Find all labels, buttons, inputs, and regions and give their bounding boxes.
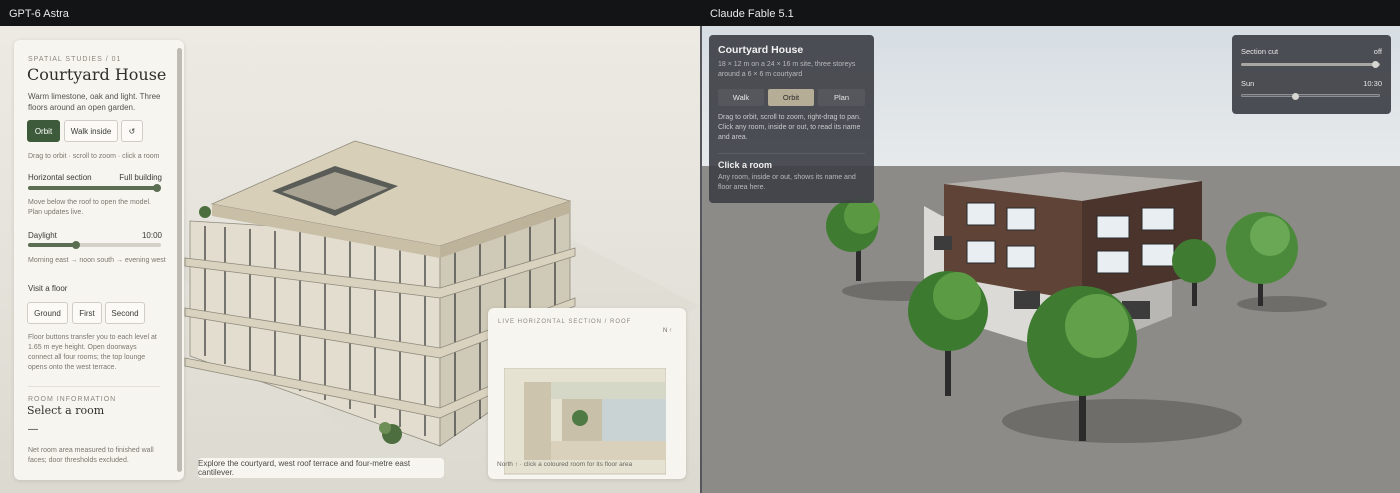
mode-orbit-button[interactable]: Orbit [768, 89, 814, 106]
mode-walk-button[interactable]: Walk [718, 89, 764, 106]
daylight-label: Daylight [28, 231, 57, 240]
room-info-dash: — [28, 424, 38, 435]
visit-floor-hint: Floor buttons transfer you to each level… [28, 334, 157, 371]
section-slider[interactable] [28, 184, 161, 192]
panel-kicker: SPATIAL STUDIES / 01 [28, 56, 122, 63]
sun-slider[interactable] [1241, 93, 1380, 100]
click-room-desc: Any room, inside or out, shows its name … [718, 174, 856, 191]
walk-inside-button[interactable]: Walk inside [64, 120, 118, 142]
info-help: Drag to orbit, scroll to zoom, right-dra… [718, 114, 861, 141]
click-room-title: Click a room [718, 160, 773, 170]
section-row: Horizontal section Full building [28, 173, 162, 182]
info-divider [718, 153, 865, 154]
room-south [551, 441, 666, 460]
sun-value: 10:30 [1363, 79, 1382, 88]
section-slider-handle[interactable] [153, 184, 161, 192]
floor-button-first[interactable]: First [72, 302, 102, 324]
sun-label: Sun [1241, 79, 1255, 88]
divider [28, 386, 160, 387]
visit-floor-label: Visit a floor [28, 284, 68, 293]
minimap-footer: North ↑ · click a coloured room for its … [497, 461, 633, 468]
orbit-hint: Drag to orbit · scroll to zoom · click a… [28, 153, 160, 160]
info-panel: Courtyard House 18 × 12 m on a 24 × 16 m… [709, 35, 874, 203]
daylight-value: 10:00 [141, 231, 162, 240]
room-info-kicker: ROOM INFORMATION [28, 396, 117, 403]
floor-button-second[interactable]: Second [105, 302, 145, 324]
courtyard-tree [572, 410, 588, 426]
room-info-note: Net room area measured to finished wall … [28, 447, 154, 464]
minimap-plan[interactable] [504, 368, 666, 476]
scene-caption: Explore the courtyard, west roof terrace… [198, 458, 444, 478]
orbit-button[interactable]: Orbit [27, 120, 60, 142]
sun-handle[interactable] [1292, 93, 1299, 100]
room-east [602, 399, 666, 441]
info-description: 18 × 12 m on a 24 × 16 m site, three sto… [718, 61, 856, 78]
daylight-slider-handle[interactable] [72, 241, 80, 249]
section-cut-slider[interactable] [1241, 61, 1380, 68]
right-model-title: Claude Fable 5.1 [710, 8, 794, 20]
section-minimap[interactable]: LIVE HORIZONTAL SECTION / ROOF N ↑ North… [488, 308, 686, 479]
info-title: Courtyard House [718, 44, 804, 56]
section-label: Horizontal section [28, 173, 92, 182]
section-cut-handle[interactable] [1372, 61, 1379, 68]
daylight-hint: Morning east → noon south → evening west [28, 257, 166, 264]
control-panel: SPATIAL STUDIES / 01 Courtyard House War… [14, 40, 184, 480]
panel-title: Courtyard House [27, 65, 167, 84]
minimap-kicker: LIVE HORIZONTAL SECTION / ROOF [498, 319, 632, 325]
mode-plan-button[interactable]: Plan [818, 89, 865, 106]
left-model-title: GPT-6 Astra [9, 8, 69, 20]
panel-subtitle: Warm limestone, oak and light. Three flo… [28, 92, 161, 112]
section-hint: Move below the roof to open the model. P… [28, 199, 151, 216]
room-info-title: Select a room [27, 404, 105, 417]
floor-button-ground[interactable]: Ground [27, 302, 68, 324]
section-slider-fill [28, 186, 157, 190]
daylight-slider[interactable] [28, 241, 161, 249]
top-bar: GPT-6 Astra Claude Fable 5.1 [0, 0, 1400, 26]
right-viewport[interactable]: Courtyard House 18 × 12 m on a 24 × 16 m… [702, 26, 1400, 493]
section-value: Full building [119, 173, 162, 182]
daylight-row: Daylight 10:00 [28, 231, 162, 240]
view-controls-panel: Section cut off Sun 10:30 [1232, 35, 1391, 114]
section-cut-label: Section cut [1241, 47, 1279, 56]
room-north [551, 382, 666, 399]
reset-view-button[interactable]: ↺ [121, 120, 143, 142]
section-cut-value: off [1373, 47, 1382, 56]
panel-scrollbar[interactable] [177, 48, 182, 472]
left-viewport[interactable]: SPATIAL STUDIES / 01 Courtyard House War… [0, 26, 700, 493]
minimap-north: N ↑ [663, 328, 672, 334]
room-west [524, 382, 551, 460]
daylight-slider-fill [28, 243, 76, 247]
